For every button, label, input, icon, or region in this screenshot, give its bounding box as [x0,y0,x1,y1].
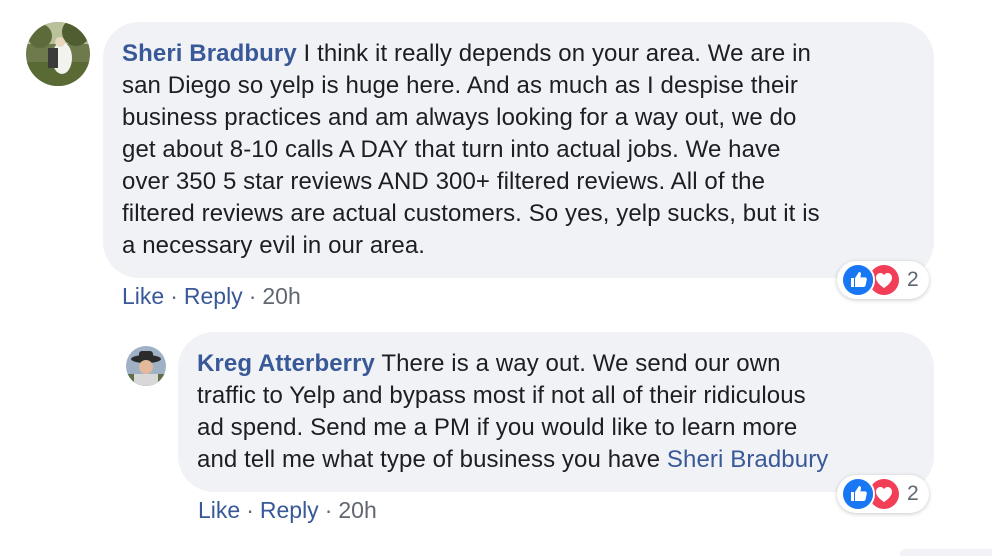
comment-actions: Like · Reply · 20h [198,497,377,524]
comment-line: over 350 5 star reviews AND 300+ filtere… [122,168,766,195]
comment-author[interactable]: Kreg Atterberry [197,350,375,377]
separator: · [248,283,257,309]
comment-bubble: Sheri Bradbury I think it really depends… [103,22,934,278]
comment-line: I think it really depends on your area. … [296,40,811,67]
reaction-summary[interactable]: 2 [837,475,929,513]
comment-text: Kreg Atterberry There is a way out. We s… [197,348,914,476]
comment-line: ad spend. Send me a PM if you would like… [197,414,798,441]
avatar-kreg-atterberry[interactable] [126,346,166,386]
like-button[interactable]: Like [198,497,240,523]
comment-line: business practices and am always looking… [122,104,797,131]
timestamp[interactable]: 20h [338,497,376,523]
like-icon [841,263,875,297]
avatar-photo [26,22,90,86]
comment-author[interactable]: Sheri Bradbury [122,40,297,67]
reaction-summary[interactable]: 2 [837,261,929,299]
comment-text: Sheri Bradbury I think it really depends… [122,38,914,262]
reply-button[interactable]: Reply [184,283,243,309]
comment-line: get about 8-10 calls A DAY that turn int… [122,136,781,163]
comment-line: san Diego so yelp is huge here. And as m… [122,72,798,99]
next-comment-edge [900,549,992,556]
comment-actions: Like · Reply · 20h [122,283,301,310]
separator: · [324,497,333,523]
reaction-count: 2 [907,268,919,291]
comment-line: a necessary evil in our area. [122,232,426,259]
comment-line: traffic to Yelp and bypass most if not a… [197,382,806,409]
comment-line: filtered reviews are actual customers. S… [122,200,820,227]
separator: · [246,497,254,523]
separator: · [170,283,178,309]
comment-bubble: Kreg Atterberry There is a way out. We s… [178,332,934,492]
mention-link[interactable]: Sheri Bradbury [667,446,828,473]
timestamp[interactable]: 20h [262,283,300,309]
comment-line: and tell me what type of business you ha… [197,446,667,473]
comment-line: There is a way out. We send our own [375,350,781,377]
avatar-sheri-bradbury[interactable] [26,22,90,86]
like-button[interactable]: Like [122,283,164,309]
like-icon [841,477,875,511]
reaction-count: 2 [907,482,919,505]
avatar-photo [126,346,166,386]
reply-button[interactable]: Reply [260,497,319,523]
